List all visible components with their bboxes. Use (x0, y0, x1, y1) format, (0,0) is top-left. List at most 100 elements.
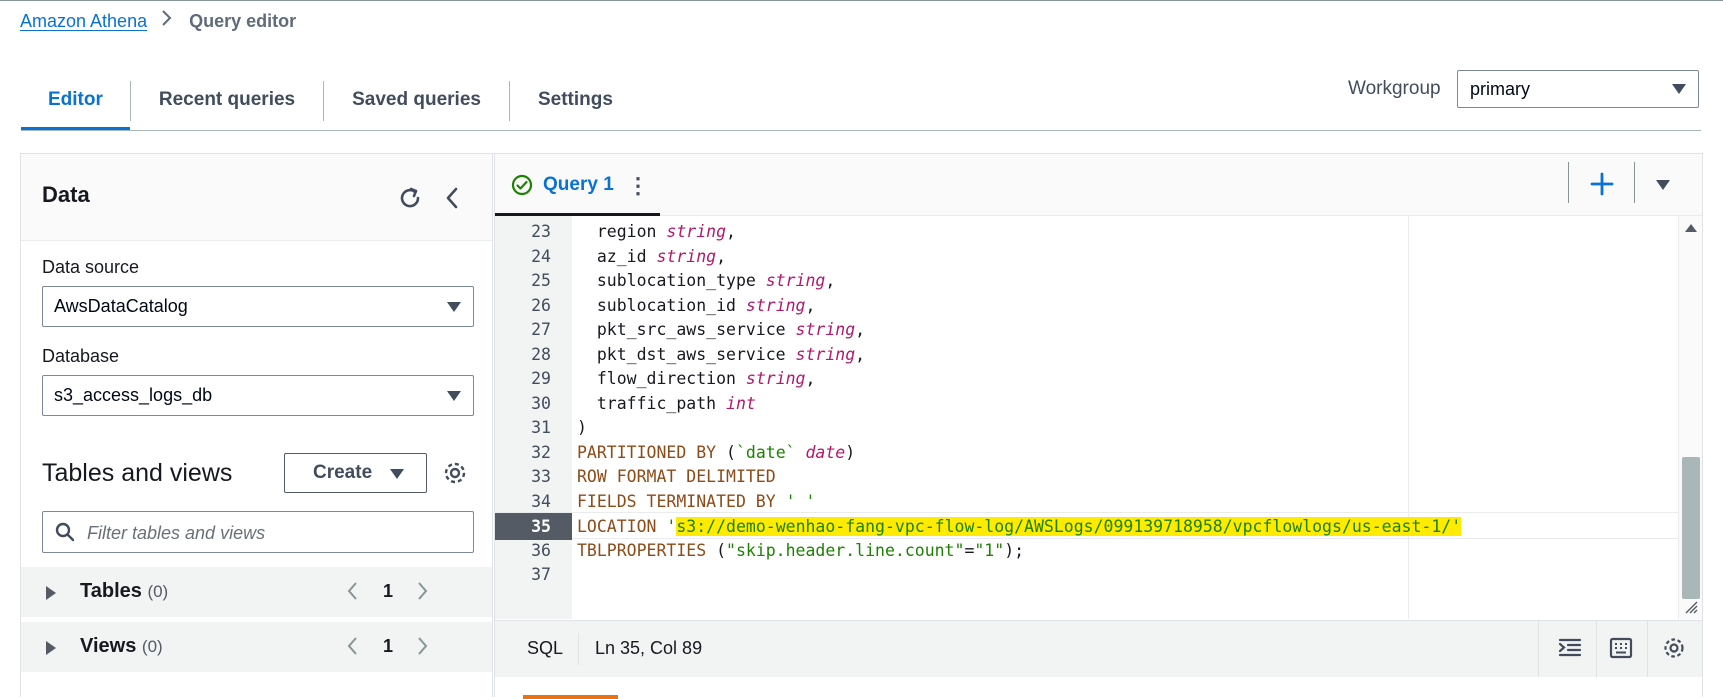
refresh-icon[interactable] (397, 185, 423, 216)
tables-label-text: Tables (80, 580, 142, 602)
create-button[interactable]: Create (284, 453, 427, 493)
code-token: int (726, 393, 756, 413)
code-line[interactable]: 36 TBLPROPERTIES ("skip.header.line.count… (495, 537, 1678, 564)
code-line[interactable]: 34 FIELDS TERMINATED BY ' ' (495, 488, 1678, 515)
results-panel-peek (495, 677, 1702, 699)
views-page-number[interactable]: 1 (383, 636, 393, 657)
caret-down-icon (447, 391, 461, 401)
code-line[interactable]: 27 pkt_src_aws_service string, (495, 316, 1678, 343)
collapse-chevron-left-icon[interactable] (444, 186, 460, 215)
code-token: , (805, 295, 816, 315)
breadcrumb: Amazon Athena Query editor (20, 9, 296, 33)
line-number: 26 (531, 295, 551, 315)
filter-tables-input[interactable] (85, 520, 459, 546)
code-editor[interactable]: 23 region string, 24 az_id string, 25 subl… (495, 216, 1678, 619)
code-line[interactable]: 24 az_id string, (495, 243, 1678, 270)
code-line[interactable]: 29 flow_direction string, (495, 365, 1678, 392)
progress-accent-bar (523, 695, 618, 699)
views-row: Views (0) 1 (21, 622, 492, 672)
caret-down-icon (447, 302, 461, 312)
code-token: az_id (577, 246, 657, 266)
more-options-icon[interactable]: ⋮ (627, 173, 649, 199)
add-query-plus-icon[interactable] (1589, 171, 1615, 202)
code-token: s3://demo-wenhao-fang-vpc-flow-log/AWSLo… (676, 517, 1452, 536)
gear-icon[interactable] (442, 460, 468, 491)
format-query-icon[interactable] (1558, 636, 1582, 665)
database-select[interactable]: s3_access_logs_db (42, 375, 474, 416)
code-token: , (716, 246, 727, 266)
line-text: traffic_path int (577, 390, 756, 417)
data-panel: Data Data source AwsDataCatalog Database… (20, 153, 493, 697)
line-number: 30 (531, 393, 551, 413)
views-count: (0) (141, 637, 163, 656)
line-text: ) (577, 414, 587, 441)
views-label: Views (0) (80, 635, 163, 658)
code-token: pkt_dst_aws_service (577, 344, 796, 364)
line-number: 37 (531, 565, 551, 584)
line-number: 23 (531, 222, 551, 241)
line-number: 25 (531, 271, 551, 290)
code-token: , (855, 320, 866, 339)
data-source-select[interactable]: AwsDataCatalog (42, 286, 474, 327)
code-token: pkt_src_aws_service (577, 320, 796, 339)
keyboard-icon[interactable] (1609, 636, 1633, 665)
code-line[interactable]: 23 region string, (495, 218, 1678, 245)
code-token: TBLPROPERTIES (577, 540, 707, 560)
expand-caret-icon[interactable] (46, 586, 56, 600)
status-divider (1538, 621, 1539, 677)
next-page-icon[interactable] (417, 580, 429, 608)
line-text: az_id string, (577, 243, 726, 270)
code-line[interactable]: 28 pkt_dst_aws_service string, (495, 341, 1678, 368)
create-label: Create (313, 462, 373, 483)
tab-recent-queries[interactable]: Recent queries (131, 70, 323, 130)
vertical-scrollbar[interactable] (1678, 216, 1702, 619)
line-text: sublocation_id string, (577, 292, 816, 319)
tables-page-number[interactable]: 1 (383, 581, 393, 602)
next-page-icon[interactable] (417, 635, 429, 663)
tables-and-views-title: Tables and views (42, 459, 233, 487)
tables-label: Tables (0) (80, 580, 168, 603)
code-token: flow_direction (577, 369, 746, 388)
expand-caret-icon[interactable] (46, 641, 56, 655)
database-label: Database (42, 346, 120, 366)
code-line[interactable]: 33 ROW FORMAT DELIMITED (495, 463, 1678, 490)
code-token: , (855, 344, 866, 364)
breadcrumb-current: Query editor (189, 10, 297, 31)
code-token: ( (716, 442, 736, 462)
query-tabs-dropdown-icon[interactable] (1655, 178, 1671, 196)
code-line[interactable]: 32 PARTITIONED BY (`date` date) (495, 439, 1678, 466)
prev-page-icon[interactable] (346, 635, 358, 663)
query-tab-1[interactable]: Query 1 ⋮ (495, 154, 660, 216)
workgroup-select[interactable]: primary (1457, 70, 1699, 108)
code-token: date (805, 442, 846, 462)
query-tab-label: Query 1 (543, 174, 614, 195)
resize-handle-icon[interactable] (1684, 600, 1698, 619)
tab-saved-queries[interactable]: Saved queries (324, 70, 509, 130)
code-line[interactable]: 31) (495, 414, 1678, 441)
code-token: LOCATION (577, 517, 657, 536)
tab-settings[interactable]: Settings (510, 70, 641, 130)
top-border (0, 0, 1723, 1)
scrollbar-thumb[interactable] (1682, 457, 1700, 599)
code-token: PARTITIONED BY (577, 442, 717, 462)
code-line[interactable]: 37 (495, 561, 1678, 588)
code-line[interactable]: 26 sublocation_id string, (495, 292, 1678, 319)
line-text: pkt_src_aws_service string, (577, 316, 865, 343)
code-token: ' (666, 517, 677, 536)
editor-settings-gear-icon[interactable] (1662, 636, 1686, 665)
code-line-active[interactable]: 35 LOCATION 's3://demo-wenhao-fang-vpc-fl… (495, 512, 1678, 540)
data-source-label: Data source (42, 257, 140, 277)
line-number: 29 (531, 369, 551, 388)
filter-tables-input-wrapper (42, 511, 474, 553)
workgroup-value: primary (1470, 78, 1531, 99)
breadcrumb-amazon-athena-link[interactable]: Amazon Athena (20, 11, 147, 32)
tab-editor[interactable]: Editor (21, 70, 130, 130)
scroll-up-arrow-icon[interactable] (1685, 224, 1697, 232)
prev-page-icon[interactable] (346, 580, 358, 608)
code-line[interactable]: 30 traffic_path int (495, 390, 1678, 417)
editor-status-bar: SQL Ln 35, Col 89 (495, 620, 1702, 677)
status-cursor-position: Ln 35, Col 89 (595, 638, 703, 658)
code-line[interactable]: 25 sublocation_type string, (495, 267, 1678, 294)
